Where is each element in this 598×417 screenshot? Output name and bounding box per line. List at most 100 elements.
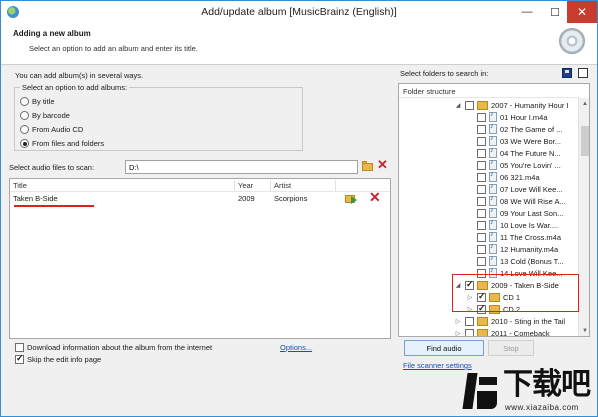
- radio-label: From Audio CD: [32, 125, 84, 134]
- folder-structure-header: Folder structure: [403, 87, 456, 96]
- checkbox-label: Skip the edit info page: [27, 355, 102, 364]
- cell-title: Taken B-Side: [13, 194, 58, 203]
- tree-item[interactable]: 08 We Will Rise A...: [467, 195, 566, 207]
- remove-album-icon[interactable]: ✕: [369, 189, 381, 205]
- tree-item[interactable]: 01 Hour I.m4a: [467, 111, 548, 123]
- tree-scrollbar[interactable]: ▲ ▼: [578, 98, 589, 336]
- options-group-label: Select an option to add albums:: [20, 83, 130, 92]
- scroll-up-icon[interactable]: ▲: [579, 98, 589, 110]
- tree-item[interactable]: ▷ 2010 - Sting in the Tail: [455, 315, 565, 327]
- folders-label: Select folders to search in:: [400, 69, 489, 78]
- scroll-thumb[interactable]: [581, 126, 589, 156]
- tree-item-label: 13 Cold (Bonus T...: [500, 256, 564, 266]
- tree-item-label: 04 The Future N...: [500, 148, 561, 158]
- find-audio-button[interactable]: Find audio: [404, 340, 484, 356]
- tree-checkbox[interactable]: [477, 172, 486, 182]
- tree-item-label: 11 The Cross.m4a: [500, 232, 561, 242]
- radio-from-files-and-folders[interactable]: From files and folders: [20, 139, 104, 148]
- radio-by-title[interactable]: By title: [20, 97, 55, 106]
- column-header-year[interactable]: Year: [238, 181, 253, 190]
- radio-from-audio-cd[interactable]: From Audio CD: [20, 125, 83, 134]
- audio-file-icon: [489, 135, 497, 146]
- close-button[interactable]: ✕: [567, 1, 597, 23]
- tree-checkbox[interactable]: [477, 232, 486, 242]
- radio-button[interactable]: [20, 97, 29, 106]
- tree-checkbox[interactable]: [477, 196, 486, 206]
- tree-item-label: 02 The Game of ...: [500, 124, 563, 134]
- radio-button[interactable]: [20, 139, 29, 148]
- cell-year: 2009: [238, 194, 255, 203]
- tree-item[interactable]: 02 The Game of ...: [467, 123, 562, 135]
- stop-button[interactable]: Stop: [488, 340, 534, 356]
- tree-checkbox[interactable]: [477, 208, 486, 218]
- cd-icon: [559, 28, 585, 54]
- skip-edit-checkbox[interactable]: Skip the edit info page: [15, 353, 102, 364]
- tree-item[interactable]: 11 The Cross.m4a: [467, 231, 561, 243]
- radio-by-barcode[interactable]: By barcode: [20, 111, 70, 120]
- tree-checkbox[interactable]: [465, 316, 474, 326]
- watermark-mark: [462, 369, 501, 411]
- radio-button[interactable]: [20, 111, 29, 120]
- add-options-group: Select an option to add albums: By title…: [14, 83, 303, 151]
- scroll-down-icon[interactable]: ▼: [579, 325, 589, 336]
- tree-item[interactable]: 04 The Future N...: [467, 147, 561, 159]
- tree-item[interactable]: ▷ 2011 - Comeback: [455, 327, 550, 337]
- file-scanner-settings-link[interactable]: File scanner settings: [403, 361, 472, 370]
- tree-item-label: 03 We Were Bor...: [500, 136, 561, 146]
- tree-item-label: 06 321.m4a: [500, 172, 540, 182]
- browse-folder-icon[interactable]: [362, 161, 373, 171]
- expand-toggle-icon[interactable]: ▷: [455, 330, 461, 337]
- radio-button[interactable]: [20, 125, 29, 134]
- save-icon[interactable]: [562, 68, 572, 78]
- audio-file-icon: [489, 183, 497, 194]
- column-header-title[interactable]: Title: [13, 181, 27, 190]
- tree-item[interactable]: 09 Your Last Son...: [467, 207, 563, 219]
- tree-item[interactable]: 06 321.m4a: [467, 171, 540, 183]
- ways-label: You can add album(s) in several ways.: [15, 71, 144, 80]
- folder-icon: [477, 328, 488, 336]
- tree-checkbox[interactable]: [477, 112, 486, 122]
- tree-checkbox[interactable]: [477, 244, 486, 254]
- tree-item[interactable]: 10 Love Is War....: [467, 219, 558, 231]
- tree-checkbox[interactable]: [477, 184, 486, 194]
- tree-item[interactable]: 03 We Were Bor...: [467, 135, 561, 147]
- tree-checkbox[interactable]: [477, 148, 486, 158]
- checkbox[interactable]: [15, 353, 24, 364]
- tree-item[interactable]: 12 Humanity.m4a: [467, 243, 558, 255]
- expand-toggle-icon[interactable]: ▷: [455, 318, 461, 325]
- download-info-checkbox[interactable]: Download information about the album fro…: [15, 343, 212, 352]
- column-header-artist[interactable]: Artist: [274, 181, 291, 190]
- scan-path-input[interactable]: [125, 160, 358, 174]
- tree-checkbox[interactable]: [477, 220, 486, 230]
- clear-path-icon[interactable]: ✕: [377, 158, 388, 172]
- tree-checkbox[interactable]: [465, 328, 474, 336]
- tree-item-label: 2007 - Humanity Hour I: [491, 100, 569, 110]
- maximize-button[interactable]: ☐: [541, 1, 569, 23]
- tree-checkbox[interactable]: [477, 136, 486, 146]
- header-title: Adding a new album: [13, 29, 91, 38]
- options-link[interactable]: Options...: [280, 343, 312, 352]
- highlight-underline: [14, 205, 94, 207]
- tree-item[interactable]: 13 Cold (Bonus T...: [467, 255, 564, 267]
- tree-item-label: 08 We Will Rise A...: [500, 196, 566, 206]
- scan-label: Select audio files to scan:: [9, 163, 95, 172]
- audio-file-icon: [489, 207, 497, 218]
- minimize-button[interactable]: —: [513, 1, 541, 23]
- tree-checkbox[interactable]: [465, 100, 474, 110]
- edit-album-icon[interactable]: [345, 193, 358, 204]
- select-all-icon[interactable]: [578, 68, 588, 78]
- tree-item[interactable]: 07 Love Will Kee...: [467, 183, 563, 195]
- tree-item-label: 2010 - Sting in the Tail: [491, 316, 566, 326]
- tree-checkbox[interactable]: [477, 160, 486, 170]
- tree-item[interactable]: ◢ 2007 - Humanity Hour I: [455, 99, 569, 111]
- tree-item-label: 09 Your Last Son...: [500, 208, 564, 218]
- audio-file-icon: [489, 243, 497, 254]
- tree-item[interactable]: 05 You're Lovin' ...: [467, 159, 561, 171]
- header-description: Select an option to add an album and ent…: [29, 44, 198, 53]
- tree-checkbox[interactable]: [477, 256, 486, 266]
- radio-label: From files and folders: [32, 139, 105, 148]
- expand-toggle-icon[interactable]: ◢: [455, 102, 461, 109]
- audio-file-icon: [489, 159, 497, 170]
- checkbox[interactable]: [15, 343, 24, 352]
- tree-checkbox[interactable]: [477, 124, 486, 134]
